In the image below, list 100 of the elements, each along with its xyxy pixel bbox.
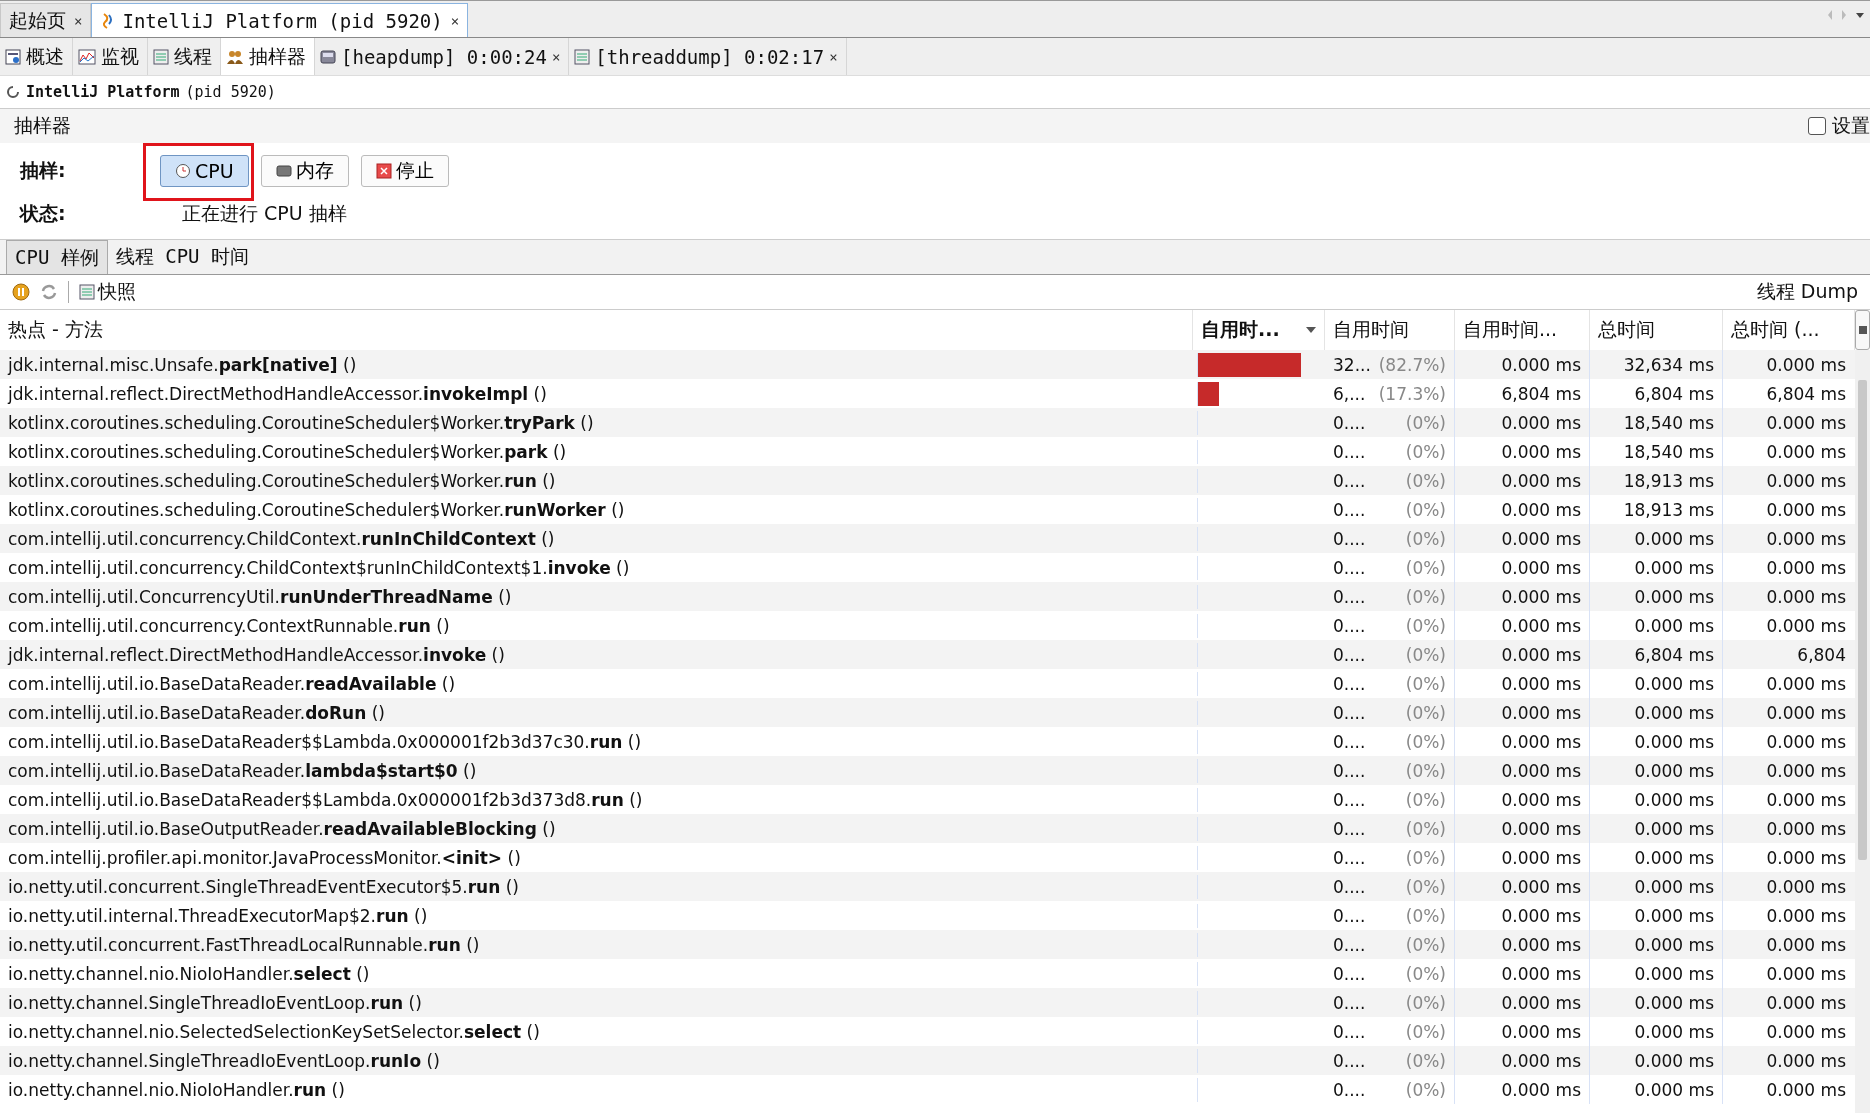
percent-cell: (0%) (1405, 905, 1446, 926)
method-cell-text: io.netty.channel.SingleThreadIoEventLoop.runIo () (7, 1049, 441, 1073)
self-cpu-cell: 0.000 ms (1455, 1075, 1590, 1104)
column-chooser-button[interactable] (1855, 310, 1870, 350)
method-cell-text: com.intellij.util.concurrency.ChildContext$runInChildContext$1.invoke () (7, 556, 631, 580)
total-cpu-cell-text: 0.000 ms (1765, 730, 1847, 754)
document-tab[interactable]: 起始页 × (0, 3, 92, 37)
method-cell-text: jdk.internal.reflect.DirectMethodHandleAccessor.invoke () (6, 643, 506, 667)
total-cpu-cell-text: 0.000 ms (1765, 904, 1847, 928)
total-cpu-cell-text: 6,804 (1796, 643, 1847, 667)
tab-label: IntelliJ Platform (pid 5920) (122, 9, 443, 32)
self-time-cell: 0.... (1333, 789, 1366, 810)
total-cpu-cell-text: 0.000 ms (1765, 556, 1847, 580)
settings-checkbox[interactable]: 设置 (1808, 113, 1870, 139)
checkbox-icon[interactable] (1808, 117, 1826, 135)
tab-navigation-icon[interactable] (1826, 9, 1866, 21)
method-cell-text: com.intellij.util.ConcurrencyUtil.runUnderThreadName () (7, 585, 513, 609)
method-cell-text: jdk.internal.reflect.DirectMethodHandleAccessor.invokeImpl () (6, 382, 548, 406)
percent-cell: (0%) (1405, 731, 1446, 752)
self-time-cell: 0.... (1333, 963, 1366, 984)
method-cell-text: io.netty.channel.nio.NioIoHandler.select () (7, 962, 371, 986)
method-cell-text: com.intellij.util.concurrency.ChildContext.runInChildContext () (7, 527, 556, 551)
tab-label: [threaddump] 0:02:17 (595, 45, 825, 68)
percent-cell: (0%) (1405, 586, 1446, 607)
self-time-cell: 0.... (1333, 760, 1366, 781)
total-cpu-cell-text: 6,804 ms (1765, 382, 1847, 406)
method-cell-text: com.intellij.util.io.BaseDataReader$$Lambda.0x000001f2b3d373d8.run () (7, 788, 644, 812)
method-cell-text: com.intellij.util.io.BaseDataReader.readAvailable () (7, 672, 457, 696)
method-cell-text: com.intellij.util.io.BaseOutputReader.readAvailableBlocking () (7, 817, 557, 841)
snapshot-button[interactable]: 快照 (79, 279, 136, 305)
refresh-icon[interactable] (40, 283, 58, 301)
people-icon (226, 48, 244, 65)
total-cpu-cell-text: 0.000 ms (1765, 846, 1847, 870)
method-cell-text: jdk.internal.misc.Unsafe.park[native] () (6, 353, 358, 377)
tab-label: 概述 (26, 43, 64, 69)
self-time-cell: 32... (1333, 354, 1371, 375)
self-time-cell: 0.... (1333, 876, 1366, 897)
method-cell-text: com.intellij.util.io.BaseDataReader$$Lambda.0x000001f2b3d37c30.run () (7, 730, 643, 754)
list-icon (574, 48, 591, 65)
method-cell-text: io.netty.channel.nio.NioIoHandler.run () (7, 1078, 346, 1102)
percent-cell: (0%) (1405, 702, 1446, 723)
self-time-cell: 0.... (1333, 702, 1366, 723)
clock-icon (175, 163, 191, 179)
total-cpu-cell-text: 0.000 ms (1765, 498, 1847, 522)
self-time-cell: 0.... (1333, 818, 1366, 839)
close-icon[interactable]: × (829, 48, 838, 65)
percent-cell: (0%) (1405, 528, 1446, 549)
total-cpu-cell-text: 0.000 ms (1765, 527, 1847, 551)
percent-cell: (0%) (1405, 673, 1446, 694)
self-time-cell: 0.... (1333, 412, 1366, 433)
self-time-cell: 0.... (1333, 528, 1366, 549)
result-tab[interactable]: 线程 CPU 时间 (107, 240, 257, 274)
percent-cell: (0%) (1405, 1021, 1446, 1042)
percent-cell: (0%) (1405, 1050, 1446, 1071)
view-tab[interactable]: 抽样器 (221, 38, 315, 75)
list-icon (79, 284, 95, 300)
sampling-button[interactable]: CPU (160, 155, 249, 187)
total-time-cell: 0.000 ms (1590, 1075, 1723, 1104)
method-cell-text: kotlinx.coroutines.scheduling.CoroutineScheduler$Worker.tryPark () (7, 411, 595, 435)
self-time-cell: 0.... (1333, 1079, 1366, 1100)
percent-cell: (0%) (1405, 615, 1446, 636)
total-cpu-cell-text: 0.000 ms (1765, 933, 1847, 957)
self-time-cell: 0.... (1333, 731, 1366, 752)
tab-label: 抽样器 (249, 43, 306, 69)
total-cpu-cell-text: 0.000 ms (1765, 672, 1847, 696)
self-time-cell: 0.... (1333, 847, 1366, 868)
percent-cell: (0%) (1405, 818, 1446, 839)
sampling-button[interactable]: 停止 (360, 155, 449, 187)
self-time-cell: 0.... (1333, 1050, 1366, 1071)
total-cpu-cell-text: 0.000 ms (1765, 469, 1847, 493)
percent-cell: (0%) (1405, 760, 1446, 781)
self-time-cell: 6,... (1333, 383, 1366, 404)
sampling-button[interactable]: 内存 (260, 155, 349, 187)
java-icon (100, 11, 115, 30)
percent-cell: (0%) (1405, 557, 1446, 578)
method-cell-text: io.netty.util.concurrent.FastThreadLocalRunnable.run () (7, 933, 481, 957)
self-time-cell: 0.... (1333, 934, 1366, 955)
method-cell-text: com.intellij.profiler.api.monitor.JavaProcessMonitor.<init> () (7, 846, 522, 870)
close-icon[interactable]: × (450, 12, 460, 29)
close-icon[interactable]: × (74, 12, 83, 29)
process-id: (pid 5920) (185, 83, 276, 101)
result-tab[interactable]: CPU 样例 (6, 240, 108, 274)
application-name: IntelliJ Platform (26, 83, 180, 101)
percent-cell: (0%) (1405, 963, 1446, 984)
total-cpu-cell-text: 0.000 ms (1765, 1020, 1847, 1044)
self-time-cell: 0.... (1333, 644, 1366, 665)
percent-cell: (0%) (1405, 644, 1446, 665)
tab-label: 线程 (174, 43, 212, 69)
close-icon[interactable]: × (551, 48, 561, 65)
total-cpu-cell-text: 0.000 ms (1765, 817, 1847, 841)
self-time-cell: 0.... (1333, 615, 1366, 636)
percent-cell: (0%) (1405, 876, 1446, 897)
method-cell-text: io.netty.util.internal.ThreadExecutorMap$2.run () (7, 904, 429, 928)
percent-cell: (82.7%) (1378, 354, 1446, 375)
self-time-cell: 0.... (1333, 470, 1366, 491)
self-time-cell: 0.... (1333, 992, 1366, 1013)
thread-dump-button[interactable]: 线程 Dump (1756, 279, 1858, 305)
self-time-cell: 0.... (1333, 673, 1366, 694)
pause-icon[interactable] (12, 283, 30, 301)
document-tab[interactable]: IntelliJ Platform (pid 5920) × (91, 3, 469, 37)
